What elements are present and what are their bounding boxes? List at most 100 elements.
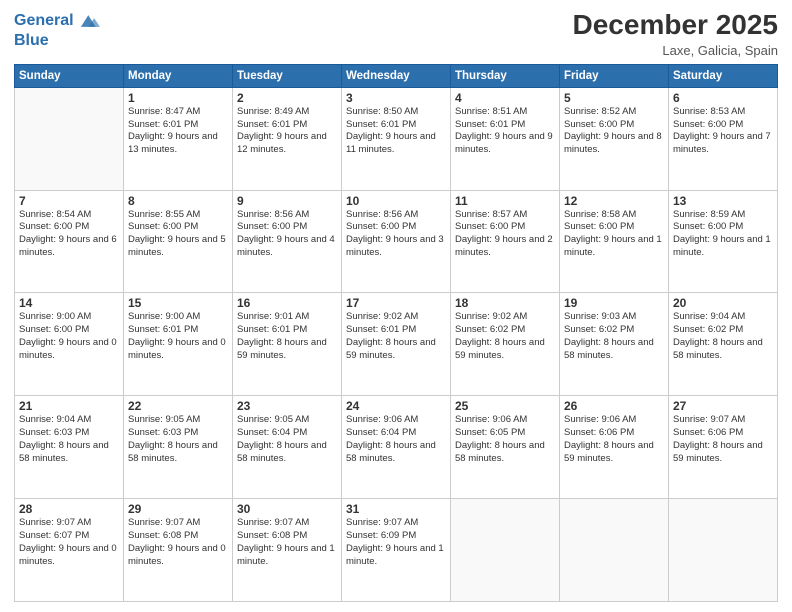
day-number: 30 — [237, 502, 337, 516]
calendar-cell — [669, 499, 778, 602]
day-info: Sunrise: 8:51 AMSunset: 6:01 PMDaylight:… — [455, 106, 555, 157]
calendar-cell: 22Sunrise: 9:05 AMSunset: 6:03 PMDayligh… — [124, 396, 233, 499]
day-number: 29 — [128, 502, 228, 516]
calendar-table: SundayMondayTuesdayWednesdayThursdayFrid… — [14, 64, 778, 602]
calendar-cell: 28Sunrise: 9:07 AMSunset: 6:07 PMDayligh… — [15, 499, 124, 602]
month-title: December 2025 — [573, 10, 778, 41]
day-info: Sunrise: 9:06 AMSunset: 6:05 PMDaylight:… — [455, 414, 555, 465]
day-number: 27 — [673, 399, 773, 413]
day-info: Sunrise: 8:56 AMSunset: 6:00 PMDaylight:… — [346, 209, 446, 260]
day-number: 28 — [19, 502, 119, 516]
day-number: 18 — [455, 296, 555, 310]
day-number: 2 — [237, 91, 337, 105]
day-number: 14 — [19, 296, 119, 310]
day-info: Sunrise: 8:47 AMSunset: 6:01 PMDaylight:… — [128, 106, 228, 157]
calendar-cell: 27Sunrise: 9:07 AMSunset: 6:06 PMDayligh… — [669, 396, 778, 499]
logo-icon — [78, 10, 100, 32]
day-info: Sunrise: 8:56 AMSunset: 6:00 PMDaylight:… — [237, 209, 337, 260]
calendar-cell: 11Sunrise: 8:57 AMSunset: 6:00 PMDayligh… — [451, 190, 560, 293]
day-info: Sunrise: 8:59 AMSunset: 6:00 PMDaylight:… — [673, 209, 773, 260]
calendar-cell — [560, 499, 669, 602]
day-number: 31 — [346, 502, 446, 516]
day-number: 1 — [128, 91, 228, 105]
day-number: 26 — [564, 399, 664, 413]
weekday-header-friday: Friday — [560, 64, 669, 87]
logo-line1: General — [14, 12, 74, 29]
calendar-cell: 3Sunrise: 8:50 AMSunset: 6:01 PMDaylight… — [342, 87, 451, 190]
weekday-header-saturday: Saturday — [669, 64, 778, 87]
calendar-cell: 7Sunrise: 8:54 AMSunset: 6:00 PMDaylight… — [15, 190, 124, 293]
calendar-cell — [451, 499, 560, 602]
day-number: 10 — [346, 194, 446, 208]
day-number: 22 — [128, 399, 228, 413]
logo-line2: Blue — [14, 32, 49, 50]
day-info: Sunrise: 9:00 AMSunset: 6:00 PMDaylight:… — [19, 311, 119, 362]
day-number: 23 — [237, 399, 337, 413]
day-info: Sunrise: 9:02 AMSunset: 6:02 PMDaylight:… — [455, 311, 555, 362]
day-info: Sunrise: 9:07 AMSunset: 6:06 PMDaylight:… — [673, 414, 773, 465]
day-number: 9 — [237, 194, 337, 208]
calendar-cell: 8Sunrise: 8:55 AMSunset: 6:00 PMDaylight… — [124, 190, 233, 293]
day-number: 4 — [455, 91, 555, 105]
calendar-cell: 12Sunrise: 8:58 AMSunset: 6:00 PMDayligh… — [560, 190, 669, 293]
day-info: Sunrise: 8:50 AMSunset: 6:01 PMDaylight:… — [346, 106, 446, 157]
day-number: 8 — [128, 194, 228, 208]
calendar-cell: 6Sunrise: 8:53 AMSunset: 6:00 PMDaylight… — [669, 87, 778, 190]
day-info: Sunrise: 9:01 AMSunset: 6:01 PMDaylight:… — [237, 311, 337, 362]
calendar-cell: 4Sunrise: 8:51 AMSunset: 6:01 PMDaylight… — [451, 87, 560, 190]
calendar-cell: 20Sunrise: 9:04 AMSunset: 6:02 PMDayligh… — [669, 293, 778, 396]
calendar-cell: 25Sunrise: 9:06 AMSunset: 6:05 PMDayligh… — [451, 396, 560, 499]
day-info: Sunrise: 9:06 AMSunset: 6:06 PMDaylight:… — [564, 414, 664, 465]
calendar-cell: 16Sunrise: 9:01 AMSunset: 6:01 PMDayligh… — [233, 293, 342, 396]
day-number: 7 — [19, 194, 119, 208]
day-number: 24 — [346, 399, 446, 413]
calendar-cell: 10Sunrise: 8:56 AMSunset: 6:00 PMDayligh… — [342, 190, 451, 293]
page: General Blue December 2025 Laxe, Galicia… — [0, 0, 792, 612]
calendar-cell: 1Sunrise: 8:47 AMSunset: 6:01 PMDaylight… — [124, 87, 233, 190]
day-info: Sunrise: 9:07 AMSunset: 6:07 PMDaylight:… — [19, 517, 119, 568]
day-info: Sunrise: 9:02 AMSunset: 6:01 PMDaylight:… — [346, 311, 446, 362]
day-number: 20 — [673, 296, 773, 310]
day-number: 3 — [346, 91, 446, 105]
day-number: 16 — [237, 296, 337, 310]
day-info: Sunrise: 8:57 AMSunset: 6:00 PMDaylight:… — [455, 209, 555, 260]
day-info: Sunrise: 9:07 AMSunset: 6:09 PMDaylight:… — [346, 517, 446, 568]
day-number: 17 — [346, 296, 446, 310]
calendar-cell: 5Sunrise: 8:52 AMSunset: 6:00 PMDaylight… — [560, 87, 669, 190]
day-info: Sunrise: 9:07 AMSunset: 6:08 PMDaylight:… — [237, 517, 337, 568]
day-info: Sunrise: 8:49 AMSunset: 6:01 PMDaylight:… — [237, 106, 337, 157]
week-row-2: 14Sunrise: 9:00 AMSunset: 6:00 PMDayligh… — [15, 293, 778, 396]
day-number: 6 — [673, 91, 773, 105]
week-row-0: 1Sunrise: 8:47 AMSunset: 6:01 PMDaylight… — [15, 87, 778, 190]
day-info: Sunrise: 8:52 AMSunset: 6:00 PMDaylight:… — [564, 106, 664, 157]
day-info: Sunrise: 8:55 AMSunset: 6:00 PMDaylight:… — [128, 209, 228, 260]
week-row-1: 7Sunrise: 8:54 AMSunset: 6:00 PMDaylight… — [15, 190, 778, 293]
header: General Blue December 2025 Laxe, Galicia… — [14, 10, 778, 58]
day-info: Sunrise: 9:06 AMSunset: 6:04 PMDaylight:… — [346, 414, 446, 465]
calendar-cell: 26Sunrise: 9:06 AMSunset: 6:06 PMDayligh… — [560, 396, 669, 499]
day-number: 25 — [455, 399, 555, 413]
day-number: 15 — [128, 296, 228, 310]
day-number: 19 — [564, 296, 664, 310]
calendar-cell: 23Sunrise: 9:05 AMSunset: 6:04 PMDayligh… — [233, 396, 342, 499]
day-info: Sunrise: 9:05 AMSunset: 6:03 PMDaylight:… — [128, 414, 228, 465]
calendar-cell: 29Sunrise: 9:07 AMSunset: 6:08 PMDayligh… — [124, 499, 233, 602]
day-info: Sunrise: 9:03 AMSunset: 6:02 PMDaylight:… — [564, 311, 664, 362]
title-block: December 2025 Laxe, Galicia, Spain — [573, 10, 778, 58]
day-info: Sunrise: 8:53 AMSunset: 6:00 PMDaylight:… — [673, 106, 773, 157]
day-info: Sunrise: 8:58 AMSunset: 6:00 PMDaylight:… — [564, 209, 664, 260]
logo: General Blue — [14, 10, 100, 50]
weekday-header-row: SundayMondayTuesdayWednesdayThursdayFrid… — [15, 64, 778, 87]
calendar-cell: 31Sunrise: 9:07 AMSunset: 6:09 PMDayligh… — [342, 499, 451, 602]
calendar-cell: 17Sunrise: 9:02 AMSunset: 6:01 PMDayligh… — [342, 293, 451, 396]
calendar-cell: 2Sunrise: 8:49 AMSunset: 6:01 PMDaylight… — [233, 87, 342, 190]
day-number: 11 — [455, 194, 555, 208]
calendar-cell: 13Sunrise: 8:59 AMSunset: 6:00 PMDayligh… — [669, 190, 778, 293]
weekday-header-wednesday: Wednesday — [342, 64, 451, 87]
calendar-cell: 15Sunrise: 9:00 AMSunset: 6:01 PMDayligh… — [124, 293, 233, 396]
day-info: Sunrise: 9:05 AMSunset: 6:04 PMDaylight:… — [237, 414, 337, 465]
weekday-header-thursday: Thursday — [451, 64, 560, 87]
week-row-3: 21Sunrise: 9:04 AMSunset: 6:03 PMDayligh… — [15, 396, 778, 499]
day-number: 21 — [19, 399, 119, 413]
calendar-cell: 9Sunrise: 8:56 AMSunset: 6:00 PMDaylight… — [233, 190, 342, 293]
